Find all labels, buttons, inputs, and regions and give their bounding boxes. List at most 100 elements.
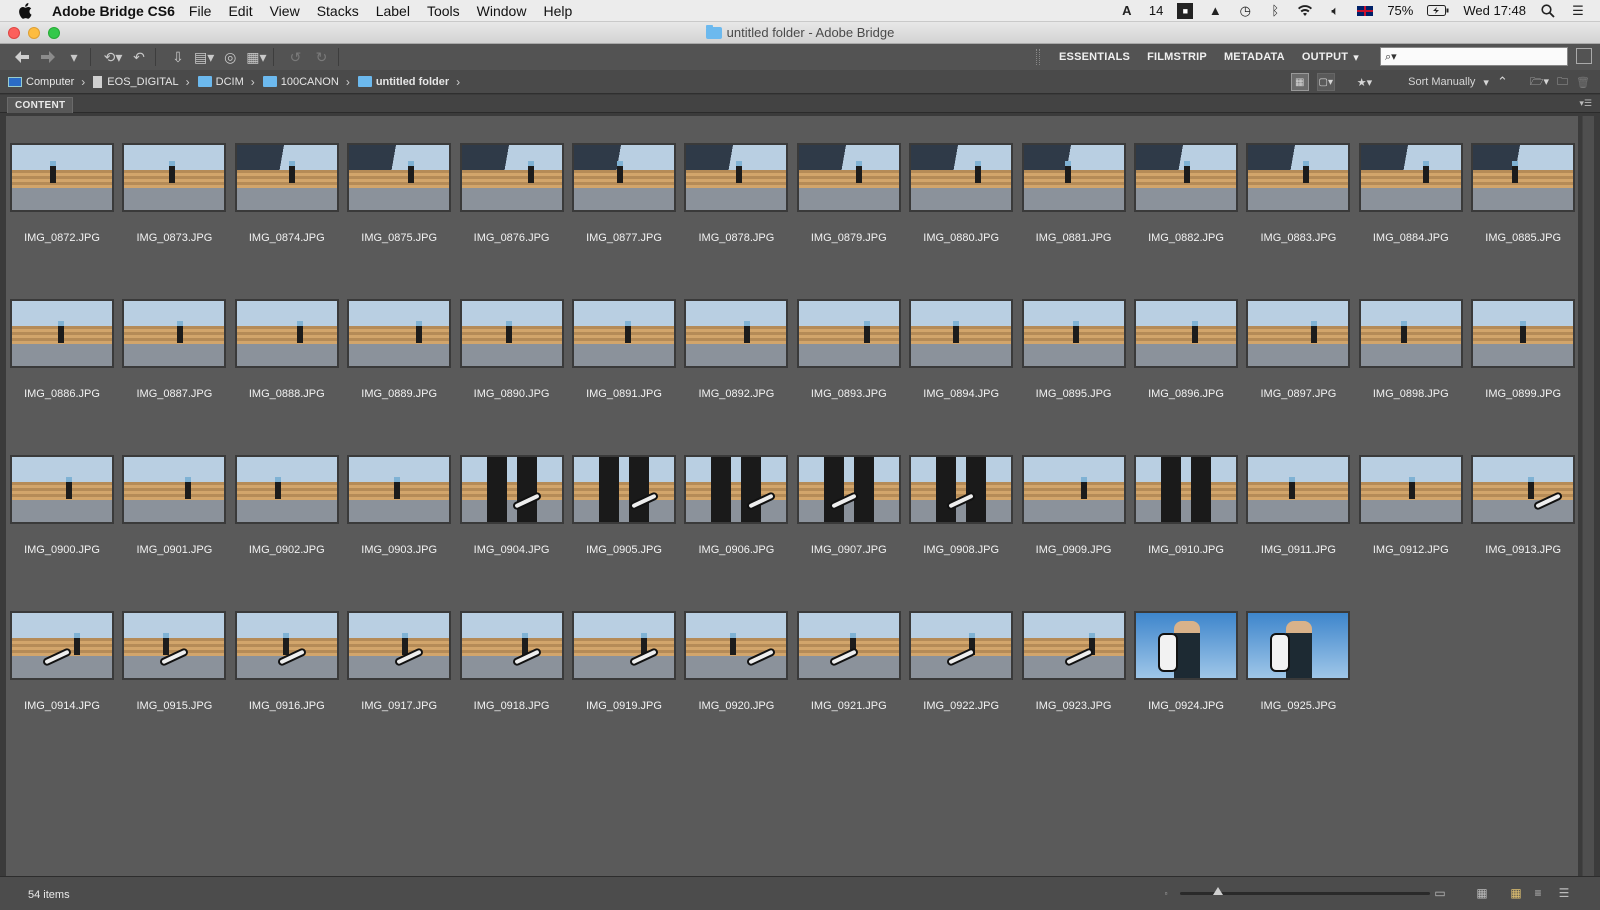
- thumbnail-image[interactable]: [796, 455, 901, 524]
- breadcrumb-untitled-folder[interactable]: untitled folder: [357, 76, 449, 88]
- thumbnail-image[interactable]: [234, 455, 339, 524]
- thumbnail-image[interactable]: [909, 455, 1014, 524]
- workspace-output[interactable]: OUTPUT: [1302, 51, 1348, 63]
- thumbnail-item[interactable]: IMG_0902.JPG: [234, 428, 339, 578]
- thumbnail-image[interactable]: [796, 611, 901, 680]
- thumbnail-item[interactable]: IMG_0925.JPG: [1246, 584, 1351, 734]
- thumbnail-item[interactable]: IMG_0923.JPG: [1021, 584, 1126, 734]
- recent-history-dropdown-icon[interactable]: ▾: [64, 47, 84, 67]
- thumbnail-item[interactable]: IMG_0893.JPG: [796, 272, 901, 422]
- thumbnail-image[interactable]: [459, 143, 564, 212]
- workspace-filmstrip[interactable]: FILMSTRIP: [1147, 51, 1207, 63]
- breadcrumb-chevron-icon[interactable]: ›: [346, 75, 350, 89]
- thumbnail-item[interactable]: IMG_0900.JPG: [10, 428, 114, 578]
- app-name-menu[interactable]: Adobe Bridge CS6: [52, 3, 175, 19]
- thumbnail-item[interactable]: IMG_0885.JPG: [1471, 116, 1576, 266]
- thumbnail-image[interactable]: [1471, 299, 1576, 368]
- input-flag-icon[interactable]: [1357, 5, 1374, 16]
- breadcrumb-100canon[interactable]: 100CANON: [262, 76, 339, 88]
- get-photos-from-camera-icon[interactable]: ⇩: [168, 47, 188, 67]
- sort-dropdown[interactable]: Sort Manually: [1408, 76, 1475, 88]
- thumbnail-item[interactable]: IMG_0918.JPG: [459, 584, 564, 734]
- thumbnail-item[interactable]: IMG_0883.JPG: [1246, 116, 1351, 266]
- zoom-window-button[interactable]: [48, 27, 60, 39]
- thumbnail-item[interactable]: IMG_0913.JPG: [1471, 428, 1576, 578]
- menu-window[interactable]: Window: [477, 3, 527, 19]
- thumbnail-image[interactable]: [909, 143, 1014, 212]
- thumbnail-image[interactable]: [459, 455, 564, 524]
- menu-tools[interactable]: Tools: [427, 3, 460, 19]
- thumbnail-item[interactable]: IMG_0881.JPG: [1021, 116, 1126, 266]
- lock-grid-icon[interactable]: ▦: [1474, 885, 1490, 901]
- refine-dropdown-icon[interactable]: ▤▾: [194, 47, 214, 67]
- thumbnail-item[interactable]: IMG_0897.JPG: [1246, 272, 1351, 422]
- thumbnail-image[interactable]: [122, 455, 227, 524]
- breadcrumb-computer[interactable]: Computer: [8, 76, 74, 88]
- thumbnail-image[interactable]: [684, 143, 789, 212]
- thumbnail-item[interactable]: IMG_0921.JPG: [796, 584, 901, 734]
- thumbnail-image[interactable]: [684, 299, 789, 368]
- thumbnail-image[interactable]: [459, 299, 564, 368]
- apple-menu-icon[interactable]: [12, 0, 38, 22]
- thumbnail-item[interactable]: IMG_0920.JPG: [684, 584, 789, 734]
- menu-file[interactable]: File: [189, 3, 212, 19]
- go-to-parent-icon[interactable]: ⟲▾: [103, 47, 123, 67]
- quality-options-icon[interactable]: ▦: [1290, 73, 1309, 91]
- close-window-button[interactable]: [8, 27, 20, 39]
- open-recent-folder-icon[interactable]: 🗁︎▾: [1530, 73, 1549, 92]
- thumbnail-image[interactable]: [347, 455, 452, 524]
- notification-center-icon[interactable]: ☰: [1570, 3, 1586, 19]
- rotate-right-icon[interactable]: ↻: [312, 47, 332, 67]
- thumbnail-image[interactable]: [1246, 299, 1351, 368]
- thumbnail-image[interactable]: [234, 143, 339, 212]
- workspace-metadata[interactable]: METADATA: [1224, 51, 1285, 63]
- thumbnail-image[interactable]: [1246, 455, 1351, 524]
- spotlight-search-icon[interactable]: [1540, 3, 1556, 19]
- thumbnail-image[interactable]: [1246, 143, 1351, 212]
- thumbnail-item[interactable]: IMG_0915.JPG: [122, 584, 227, 734]
- breadcrumb-chevron-icon[interactable]: ›: [251, 75, 255, 89]
- thumbnail-item[interactable]: IMG_0901.JPG: [122, 428, 227, 578]
- breadcrumb-dcim[interactable]: DCIM: [197, 76, 244, 88]
- thumbnail-item[interactable]: IMG_0873.JPG: [122, 116, 227, 266]
- panel-menu-icon[interactable]: ▾☰: [1579, 98, 1592, 109]
- thumbnail-image[interactable]: [796, 143, 901, 212]
- thumbnail-item[interactable]: IMG_0875.JPG: [347, 116, 452, 266]
- thumbnail-item[interactable]: IMG_0924.JPG: [1134, 584, 1238, 734]
- thumbnail-item[interactable]: IMG_0891.JPG: [572, 272, 676, 422]
- thumbnail-item[interactable]: IMG_0908.JPG: [909, 428, 1014, 578]
- thumbnail-item[interactable]: IMG_0895.JPG: [1021, 272, 1126, 422]
- app-tray-icon[interactable]: ■: [1177, 2, 1194, 19]
- thumbnail-image[interactable]: [572, 611, 676, 680]
- breadcrumb-eos-digital[interactable]: EOS_DIGITAL: [93, 75, 179, 88]
- new-folder-icon[interactable]: 🗀︎: [1557, 73, 1568, 92]
- thumbnail-image[interactable]: [1246, 611, 1351, 680]
- thumbnail-image[interactable]: [572, 299, 676, 368]
- drive-icon[interactable]: ▲: [1207, 3, 1223, 19]
- menu-help[interactable]: Help: [543, 3, 572, 19]
- delete-item-icon[interactable]: 🗑︎: [1576, 76, 1590, 89]
- thumbnail-item[interactable]: IMG_0886.JPG: [10, 272, 114, 422]
- thumbnail-image[interactable]: [909, 611, 1014, 680]
- back-arrow-icon[interactable]: [12, 47, 32, 67]
- thumbnail-image[interactable]: [1358, 143, 1463, 212]
- menu-edit[interactable]: Edit: [228, 3, 252, 19]
- bluetooth-icon[interactable]: ᛒ: [1267, 3, 1283, 19]
- thumbnail-image[interactable]: [122, 611, 227, 680]
- search-icon[interactable]: ⌕▾: [1385, 50, 1397, 64]
- thumbnail-image[interactable]: [1134, 143, 1238, 212]
- thumbnail-item[interactable]: IMG_0877.JPG: [572, 116, 676, 266]
- thumbnail-image[interactable]: [1471, 455, 1576, 524]
- thumbnail-item[interactable]: IMG_0889.JPG: [347, 272, 452, 422]
- thumbnail-image[interactable]: [459, 611, 564, 680]
- workspace-essentials[interactable]: ESSENTIALS: [1059, 51, 1130, 63]
- menu-clock[interactable]: Wed 17:48: [1463, 3, 1526, 18]
- search-input[interactable]: ⌕▾: [1380, 47, 1568, 66]
- time-machine-icon[interactable]: ◷: [1237, 3, 1253, 19]
- thumbnail-item[interactable]: IMG_0890.JPG: [459, 272, 564, 422]
- thumbnail-item[interactable]: IMG_0882.JPG: [1134, 116, 1238, 266]
- breadcrumb-chevron-icon[interactable]: ›: [456, 75, 460, 89]
- thumbnail-image[interactable]: [909, 299, 1014, 368]
- menu-view[interactable]: View: [270, 3, 300, 19]
- thumbnail-item[interactable]: IMG_0917.JPG: [347, 584, 452, 734]
